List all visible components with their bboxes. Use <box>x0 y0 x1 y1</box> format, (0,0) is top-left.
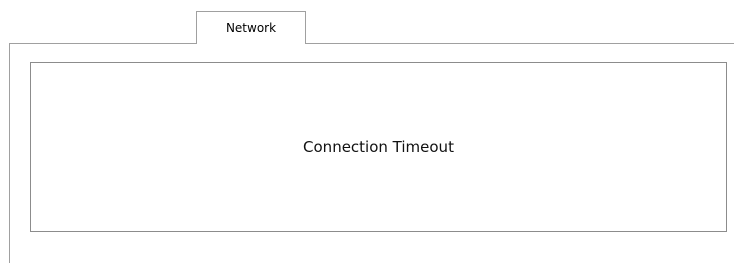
status-message: Connection Timeout <box>303 138 454 156</box>
content-panel: Connection Timeout <box>30 62 727 232</box>
tab-network[interactable]: Network <box>196 11 306 44</box>
tab-network-label: Network <box>225 21 277 35</box>
